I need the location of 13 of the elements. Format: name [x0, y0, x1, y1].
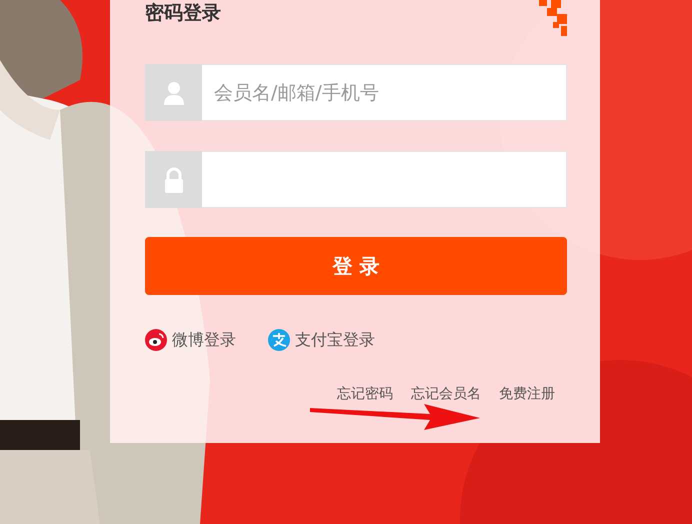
login-title: 密码登录 — [145, 4, 221, 23]
account-link[interactable]: 忘记密码 — [337, 385, 393, 403]
login-button[interactable]: 登 录 — [145, 237, 567, 295]
account-link[interactable]: 免费注册 — [499, 385, 555, 403]
social-login-link[interactable]: 微博登录 — [145, 329, 236, 351]
weibo-icon — [145, 329, 167, 351]
lock-icon — [145, 151, 202, 208]
user-icon — [145, 64, 202, 121]
alipay-icon — [268, 329, 290, 351]
username-field[interactable]: 会员名/邮箱/手机号 — [202, 64, 567, 121]
account-link[interactable]: 忘记会员名 — [411, 385, 481, 403]
social-login-link[interactable]: 支付宝登录 — [268, 329, 375, 351]
password-field[interactable] — [202, 151, 567, 208]
